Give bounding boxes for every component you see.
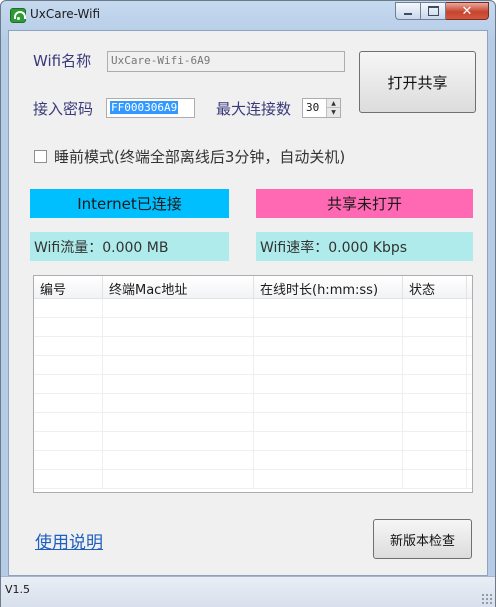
- table-body: [34, 299, 472, 489]
- version-label: V1.5: [5, 583, 31, 596]
- internet-status: Internet已连接: [30, 189, 229, 218]
- spin-down-icon[interactable]: ▼: [326, 108, 340, 117]
- max-connections-stepper[interactable]: 30 ▲ ▼: [302, 98, 341, 118]
- password-value: FF000306A9: [110, 101, 179, 114]
- share-status: 共享未打开: [256, 189, 473, 218]
- client-table[interactable]: 编号 终端Mac地址 在线时长(h:mm:ss) 状态: [33, 275, 473, 493]
- table-row: [34, 299, 472, 318]
- resize-grip-icon[interactable]: [481, 593, 493, 605]
- help-link[interactable]: 使用说明: [35, 528, 103, 553]
- password-field[interactable]: FF000306A9: [106, 98, 195, 118]
- client-area: Wifi名称 UxCare-Wifi-6A9 打开共享 接入密码 FF00030…: [8, 30, 488, 576]
- sleep-mode-checkbox[interactable]: [34, 150, 47, 163]
- table-row: [34, 375, 472, 394]
- maximize-icon: [427, 6, 439, 16]
- column-header-number[interactable]: 编号: [34, 276, 103, 298]
- password-label: 接入密码: [33, 100, 94, 118]
- window-title: UxCare-Wifi: [30, 7, 101, 21]
- table-header: 编号 终端Mac地址 在线时长(h:mm:ss) 状态: [34, 276, 472, 299]
- sleep-mode-label[interactable]: 睡前模式(终端全部离线后3分钟，自动关机): [54, 146, 345, 167]
- max-connections-value: 30: [306, 101, 320, 114]
- table-row: [34, 413, 472, 432]
- check-update-button[interactable]: 新版本检查: [373, 519, 472, 559]
- table-row: [34, 318, 472, 337]
- table-row: [34, 356, 472, 375]
- close-icon: ✕: [461, 3, 473, 19]
- table-row: [34, 432, 472, 451]
- column-header-online-time[interactable]: 在线时长(h:mm:ss): [254, 276, 403, 298]
- wifi-traffic: Wifi流量：0.000 MB: [30, 232, 229, 261]
- wifi-speed: Wifi速率：0.000 Kbps: [256, 232, 473, 261]
- wifi-name-field[interactable]: UxCare-Wifi-6A9: [107, 51, 345, 72]
- wifi-name-label: Wifi名称: [33, 52, 92, 70]
- spin-up-icon[interactable]: ▲: [326, 99, 340, 108]
- wifi-app-icon: [10, 8, 26, 23]
- minimize-button[interactable]: [395, 2, 421, 20]
- table-row: [34, 451, 472, 470]
- close-button[interactable]: ✕: [446, 2, 489, 20]
- title-bar[interactable]: UxCare-Wifi ✕: [1, 1, 495, 29]
- table-row: [34, 394, 472, 413]
- share-button[interactable]: 打开共享: [359, 51, 476, 113]
- column-header-status[interactable]: 状态: [403, 276, 467, 298]
- column-header-mac[interactable]: 终端Mac地址: [103, 276, 254, 298]
- minimize-icon: [404, 13, 412, 15]
- table-row: [34, 337, 472, 356]
- maximize-button[interactable]: [421, 2, 446, 20]
- status-bar: V1.5: [1, 576, 495, 607]
- caption-buttons: ✕: [395, 2, 489, 20]
- table-row: [34, 470, 472, 489]
- max-connections-label: 最大连接数: [216, 100, 292, 118]
- app-window: UxCare-Wifi ✕ Wifi名称 UxCare-Wifi-6A9 打开共…: [0, 0, 496, 607]
